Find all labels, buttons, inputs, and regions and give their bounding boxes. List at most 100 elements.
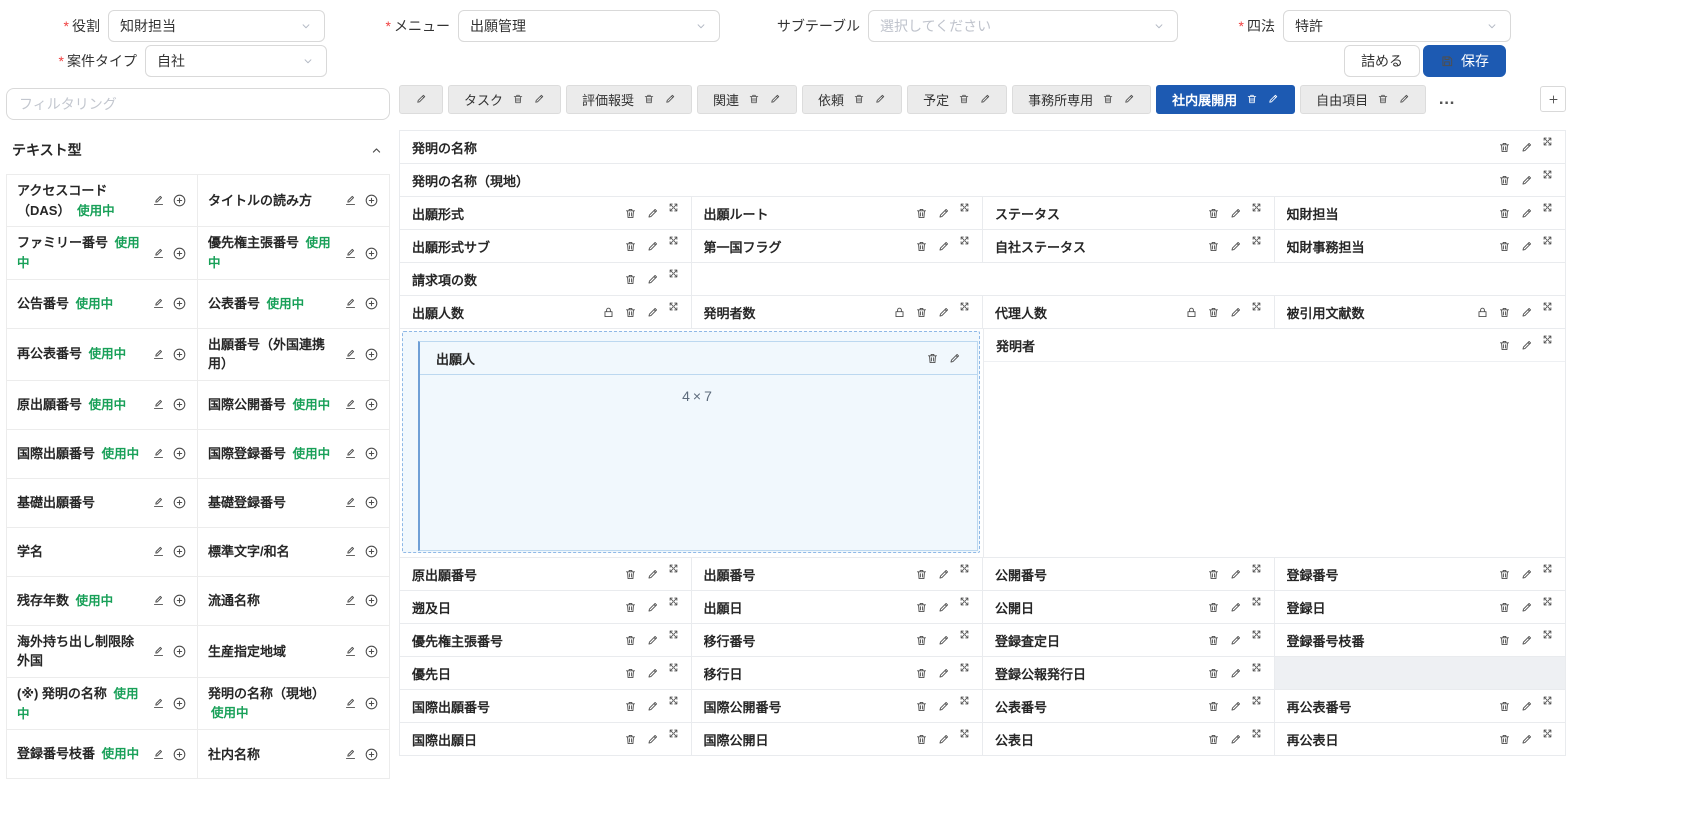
edit-underline-icon[interactable]	[152, 748, 165, 761]
field-cell[interactable]: 自社ステータス	[983, 230, 1275, 263]
edit-underline-icon[interactable]	[344, 247, 357, 260]
trash-icon[interactable]	[1498, 634, 1511, 647]
expand-icon[interactable]	[959, 301, 970, 312]
field-cell[interactable]: 被引用文献数	[1274, 296, 1566, 329]
field-cell[interactable]: 出願日	[691, 591, 983, 624]
edit-icon[interactable]	[937, 634, 950, 647]
edit-icon[interactable]	[1520, 568, 1533, 581]
edit-underline-icon[interactable]	[344, 697, 357, 710]
tab-add-button[interactable]	[1540, 86, 1566, 112]
trash-icon[interactable]	[1207, 306, 1220, 319]
edit-underline-icon[interactable]	[152, 545, 165, 558]
field-cell[interactable]: 登録番号	[1274, 558, 1566, 591]
trash-icon[interactable]	[1498, 306, 1511, 319]
plus-circle-icon[interactable]	[364, 747, 379, 762]
tabs-more-button[interactable]: …	[1431, 89, 1463, 109]
edit-icon[interactable]	[1229, 700, 1242, 713]
field-cell[interactable]: 代理人数	[983, 296, 1275, 329]
expand-icon[interactable]	[1251, 728, 1262, 739]
edit-icon[interactable]	[948, 352, 961, 365]
sidebar-field-item[interactable]: 優先権主張番号 使用中	[198, 227, 389, 280]
tab-item[interactable]: 予定	[907, 84, 1008, 114]
edit-icon[interactable]	[937, 240, 950, 253]
expand-icon[interactable]	[1251, 301, 1262, 312]
tab-item[interactable]: 依頼	[802, 84, 903, 114]
expand-icon[interactable]	[1542, 563, 1553, 574]
expand-icon[interactable]	[959, 563, 970, 574]
trash-icon[interactable]	[915, 240, 928, 253]
edit-icon[interactable]	[1229, 634, 1242, 647]
trash-icon[interactable]	[1498, 141, 1511, 154]
edit-icon[interactable]	[1229, 568, 1242, 581]
edit-icon[interactable]	[415, 93, 427, 105]
plus-circle-icon[interactable]	[172, 446, 187, 461]
edit-icon[interactable]	[646, 306, 659, 319]
plus-circle-icon[interactable]	[172, 495, 187, 510]
edit-underline-icon[interactable]	[152, 645, 165, 658]
field-cell[interactable]: 公表番号	[983, 690, 1275, 723]
trash-icon[interactable]	[915, 733, 928, 746]
chevron-up-icon[interactable]	[369, 143, 384, 158]
sidebar-field-item[interactable]: 公告番号 使用中	[7, 279, 198, 329]
edit-icon[interactable]	[646, 733, 659, 746]
plus-circle-icon[interactable]	[172, 593, 187, 608]
edit-icon[interactable]	[769, 93, 781, 105]
plus-circle-icon[interactable]	[172, 696, 187, 711]
edit-icon[interactable]	[937, 306, 950, 319]
plus-circle-icon[interactable]	[364, 544, 379, 559]
trash-icon[interactable]	[1207, 634, 1220, 647]
sidebar-field-item[interactable]: 公表番号 使用中	[198, 280, 389, 329]
expand-icon[interactable]	[668, 629, 679, 640]
plus-circle-icon[interactable]	[364, 593, 379, 608]
subtable-block-selected[interactable]: 出願人 4×7	[402, 331, 980, 553]
trash-icon[interactable]	[512, 93, 524, 105]
field-cell[interactable]: 発明者数	[691, 296, 983, 329]
expand-icon[interactable]	[668, 235, 679, 246]
field-cell[interactable]: 出願形式サブ	[400, 230, 692, 263]
plus-circle-icon[interactable]	[172, 747, 187, 762]
expand-icon[interactable]	[668, 596, 679, 607]
tab-item[interactable]	[399, 84, 443, 114]
edit-icon[interactable]	[937, 207, 950, 220]
sidebar-field-item[interactable]: 発明の名称（現地） 使用中	[198, 678, 389, 731]
trash-icon[interactable]	[643, 93, 655, 105]
edit-icon[interactable]	[1520, 174, 1533, 187]
tab-item[interactable]: 社内展開用	[1156, 84, 1296, 114]
plus-circle-icon[interactable]	[364, 495, 379, 510]
field-cell[interactable]: 移行番号	[691, 624, 983, 657]
edit-underline-icon[interactable]	[152, 247, 165, 260]
edit-icon[interactable]	[1229, 733, 1242, 746]
edit-icon[interactable]	[1520, 141, 1533, 154]
plus-circle-icon[interactable]	[364, 397, 379, 412]
trash-icon[interactable]	[915, 306, 928, 319]
trash-icon[interactable]	[624, 634, 637, 647]
trash-icon[interactable]	[1102, 93, 1114, 105]
edit-icon[interactable]	[1267, 93, 1279, 105]
sidebar-field-item[interactable]: 流通名称	[198, 577, 389, 626]
edit-underline-icon[interactable]	[152, 297, 165, 310]
edit-icon[interactable]	[646, 273, 659, 286]
plus-circle-icon[interactable]	[364, 246, 379, 261]
plus-circle-icon[interactable]	[172, 246, 187, 261]
edit-underline-icon[interactable]	[344, 447, 357, 460]
sidebar-field-item[interactable]: 海外持ち出し制限除外国	[7, 625, 198, 678]
trash-icon[interactable]	[624, 207, 637, 220]
expand-icon[interactable]	[1542, 695, 1553, 706]
menu-select[interactable]: 出願管理	[458, 10, 720, 42]
field-cell[interactable]: 知財担当	[1274, 197, 1566, 230]
trash-icon[interactable]	[1498, 174, 1511, 187]
trash-icon[interactable]	[915, 207, 928, 220]
field-cell[interactable]: 出願人数	[400, 296, 692, 329]
field-cell[interactable]: 知財事務担当	[1274, 230, 1566, 263]
trash-icon[interactable]	[915, 634, 928, 647]
field-cell[interactable]: 発明の名称（現地）	[400, 164, 1566, 197]
field-cell[interactable]: 登録番号枝番	[1274, 624, 1566, 657]
trash-icon[interactable]	[1207, 601, 1220, 614]
tab-item[interactable]: 評価報奨	[566, 84, 693, 114]
trash-icon[interactable]	[624, 733, 637, 746]
trash-icon[interactable]	[1207, 667, 1220, 680]
trash-icon[interactable]	[1498, 240, 1511, 253]
edit-icon[interactable]	[937, 568, 950, 581]
plus-circle-icon[interactable]	[172, 397, 187, 412]
plus-circle-icon[interactable]	[364, 296, 379, 311]
